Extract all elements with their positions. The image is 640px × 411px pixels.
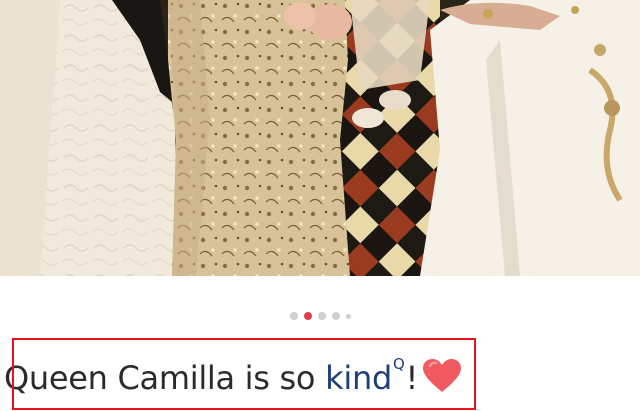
carousel-dot[interactable] [289, 312, 298, 320]
carousel-indicator [0, 310, 640, 322]
carousel-dot[interactable] [331, 312, 340, 320]
carousel-dot[interactable] [317, 312, 326, 320]
carousel-dot[interactable] [345, 313, 351, 319]
highlight-box [12, 338, 476, 410]
photo-illustration [0, 0, 640, 276]
post-photo[interactable] [0, 0, 640, 276]
carousel-dot-active[interactable] [303, 312, 312, 320]
